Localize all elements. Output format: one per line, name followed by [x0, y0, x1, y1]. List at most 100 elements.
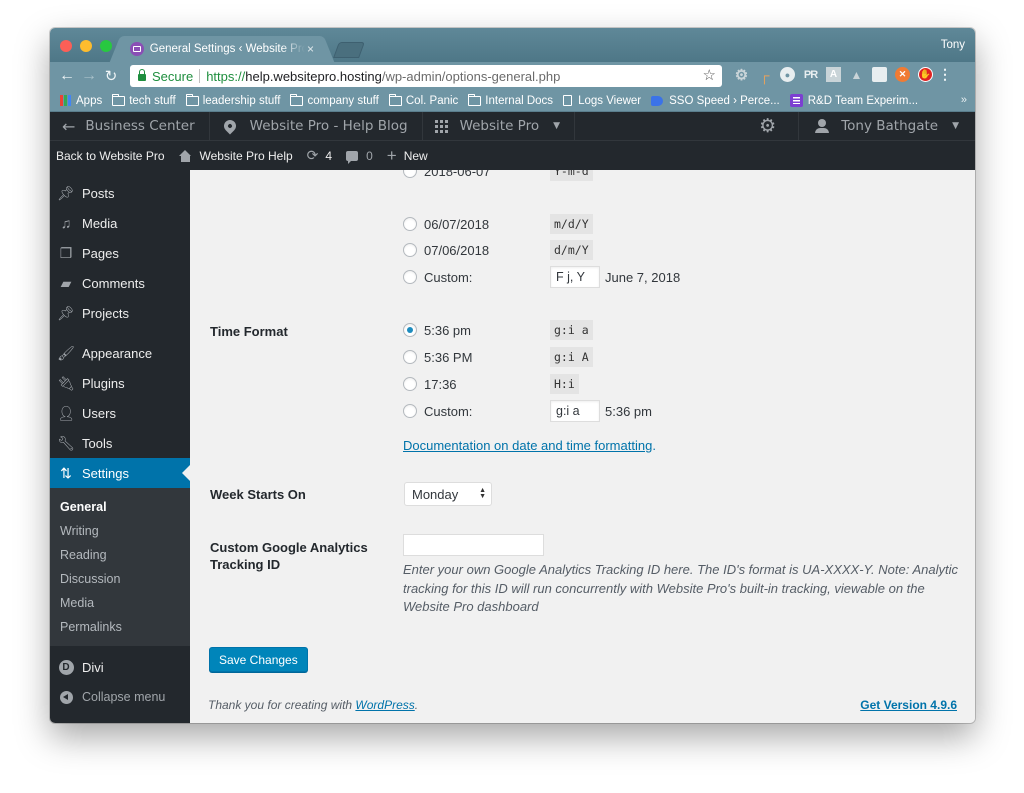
updates-count: 4 [325, 148, 333, 163]
time-format-option[interactable]: 5:36 PM g:i A [403, 347, 593, 367]
bookmark-folder[interactable]: company stuff [290, 93, 379, 107]
business-center-link[interactable]: ← Business Center [50, 112, 210, 140]
omnibox-divider [199, 69, 201, 83]
close-window-button[interactable] [60, 40, 72, 52]
submenu-item-general[interactable]: General [50, 495, 190, 519]
radio-button[interactable] [403, 217, 417, 231]
date-format-option[interactable]: 2018-06-07 Y-m-d [403, 170, 593, 181]
submenu-item-discussion[interactable]: Discussion [50, 567, 190, 591]
sidebar-item-settings[interactable]: ⇅ Settings [50, 458, 190, 488]
radio-button[interactable] [403, 377, 417, 391]
time-format-option[interactable]: 17:36 H:i [403, 374, 579, 394]
custom-date-format-input[interactable]: F j, Y [550, 266, 600, 288]
browser-menu-icon[interactable]: ⋮ [938, 66, 952, 82]
site-name-label: Website Pro Help [199, 148, 293, 163]
wordpress-link[interactable]: WordPress [355, 698, 414, 712]
submenu-item-reading[interactable]: Reading [50, 543, 190, 567]
a-extension-icon[interactable]: A [826, 67, 841, 82]
date-format-option[interactable]: 07/06/2018 d/m/Y [403, 240, 593, 260]
bookmark-page[interactable]: R&D Team Experim... [789, 94, 919, 107]
maximize-window-button[interactable] [100, 40, 112, 52]
sidebar-item-media[interactable]: ♫ Media [50, 208, 190, 238]
bookmark-page[interactable]: SSO Speed › Perce... [651, 95, 780, 107]
bookmark-folder[interactable]: Internal Docs [468, 93, 553, 107]
comment-icon: ▰ [60, 274, 72, 291]
format-code: g:i A [550, 347, 593, 367]
site-name-link[interactable]: Website Pro Help [178, 148, 293, 163]
sidebar-item-posts[interactable]: 📌︎ Posts [50, 178, 190, 208]
date-format-option[interactable]: 06/07/2018 m/d/Y [403, 214, 593, 234]
comments-link[interactable]: 0 [346, 149, 373, 164]
bookmarks-overflow-chevron-icon[interactable]: » [961, 94, 967, 106]
adblock-extension-icon[interactable]: ✋ [918, 67, 933, 82]
sidebar-item-users[interactable]: 👤︎ Users [50, 398, 190, 428]
bookmark-folder[interactable]: tech stuff [112, 93, 176, 107]
sidebar-item-comments[interactable]: ▰ Comments [50, 268, 190, 298]
back-button[interactable]: ← [56, 67, 78, 85]
save-changes-button[interactable]: Save Changes [209, 647, 308, 672]
hammer-extension-icon[interactable]: ┌ [757, 67, 772, 83]
orange-extension-icon[interactable]: ✕ [895, 67, 910, 82]
bookmark-apps[interactable]: Apps [60, 95, 102, 107]
bookmark-folder[interactable]: Col. Panic [388, 93, 458, 107]
ga-tracking-id-input[interactable] [403, 534, 544, 556]
radio-button-checked[interactable] [403, 323, 417, 337]
url-path: /wp-admin/options-general.php [381, 68, 561, 84]
radio-button[interactable] [403, 404, 417, 418]
brush-icon: 🖌︎ [57, 344, 75, 361]
radio-button[interactable] [403, 243, 417, 257]
bookmark-page[interactable]: Logs Viewer [563, 95, 641, 107]
bookmark-label: R&D Team Experim... [807, 94, 919, 107]
reload-button[interactable]: ↻ [100, 67, 122, 85]
radio-button[interactable] [403, 170, 417, 178]
collapse-menu-button[interactable]: Collapse menu [50, 682, 190, 712]
bookmark-star-icon[interactable]: ☆ [703, 66, 716, 84]
new-content-link[interactable]: + New [387, 146, 428, 166]
sidebar-item-divi[interactable]: D Divi [50, 652, 190, 682]
date-format-custom-option[interactable]: Custom: F j, Y June 7, 2018 [403, 266, 680, 288]
sidebar-item-projects[interactable]: 📌︎ Projects [50, 298, 190, 328]
wordpress-favicon-icon [130, 42, 144, 56]
bookmark-folder[interactable]: leadership stuff [185, 93, 280, 107]
drive-extension-icon[interactable]: ▲ [849, 67, 864, 82]
user-icon: 👤︎ [57, 404, 75, 421]
address-bar[interactable]: Secure https:// help.websitepro.hosting … [130, 65, 722, 87]
get-version-link[interactable]: Get Version 4.9.6 [860, 698, 957, 712]
tab-close-icon[interactable]: × [307, 42, 314, 56]
settings-gear-icon[interactable]: ⚙ [749, 112, 800, 140]
notes-extension-icon[interactable] [872, 67, 887, 82]
time-format-option[interactable]: 5:36 pm g:i a [403, 320, 593, 340]
submenu-item-writing[interactable]: Writing [50, 519, 190, 543]
radio-button[interactable] [403, 270, 417, 284]
format-code: d/m/Y [550, 240, 593, 260]
minimize-window-button[interactable] [80, 40, 92, 52]
custom-time-format-input[interactable]: g:i a [550, 400, 600, 422]
new-tab-button[interactable] [333, 42, 365, 58]
sidebar-item-appearance[interactable]: 🖌︎ Appearance [50, 338, 190, 368]
time-format-custom-option[interactable]: Custom: g:i a 5:36 pm [403, 400, 652, 422]
forward-button[interactable]: → [78, 67, 100, 85]
sidebar-item-plugins[interactable]: 🔌︎ Plugins [50, 368, 190, 398]
gear-extension-icon[interactable]: ⚙ [734, 67, 749, 84]
week-starts-select[interactable]: Monday ▲ ▼ [404, 482, 492, 506]
profile-name[interactable]: Tony [941, 39, 965, 51]
product-switcher[interactable]: Website Pro ▼ [423, 112, 576, 140]
sidebar-item-pages[interactable]: ❐ Pages [50, 238, 190, 268]
radio-button[interactable] [403, 350, 417, 364]
user-menu[interactable]: Tony Bathgate ▼ [799, 118, 975, 134]
media-icon: ♫ [60, 215, 72, 231]
sidebar-item-tools[interactable]: 🔧︎ Tools [50, 428, 190, 458]
sidebar-item-label: Divi [82, 659, 104, 675]
back-to-website-pro-link[interactable]: Back to Website Pro [56, 149, 165, 163]
submenu-item-media[interactable]: Media [50, 591, 190, 615]
format-code: H:i [550, 374, 579, 394]
browser-tab-active[interactable]: General Settings ‹ Website Pro × [122, 36, 322, 62]
submenu-item-permalinks[interactable]: Permalinks [50, 615, 190, 639]
option-label: 06/07/2018 [424, 216, 490, 232]
collapse-menu-label: Collapse menu [82, 690, 166, 704]
pr-extension-icon[interactable]: PR [803, 67, 818, 82]
circle-extension-icon[interactable]: ● [780, 67, 795, 82]
date-time-docs-link[interactable]: Documentation on date and time formattin… [403, 438, 652, 453]
updates-link[interactable]: ⟳ 4 [307, 147, 332, 164]
help-blog-link[interactable]: Website Pro - Help Blog [210, 112, 423, 140]
